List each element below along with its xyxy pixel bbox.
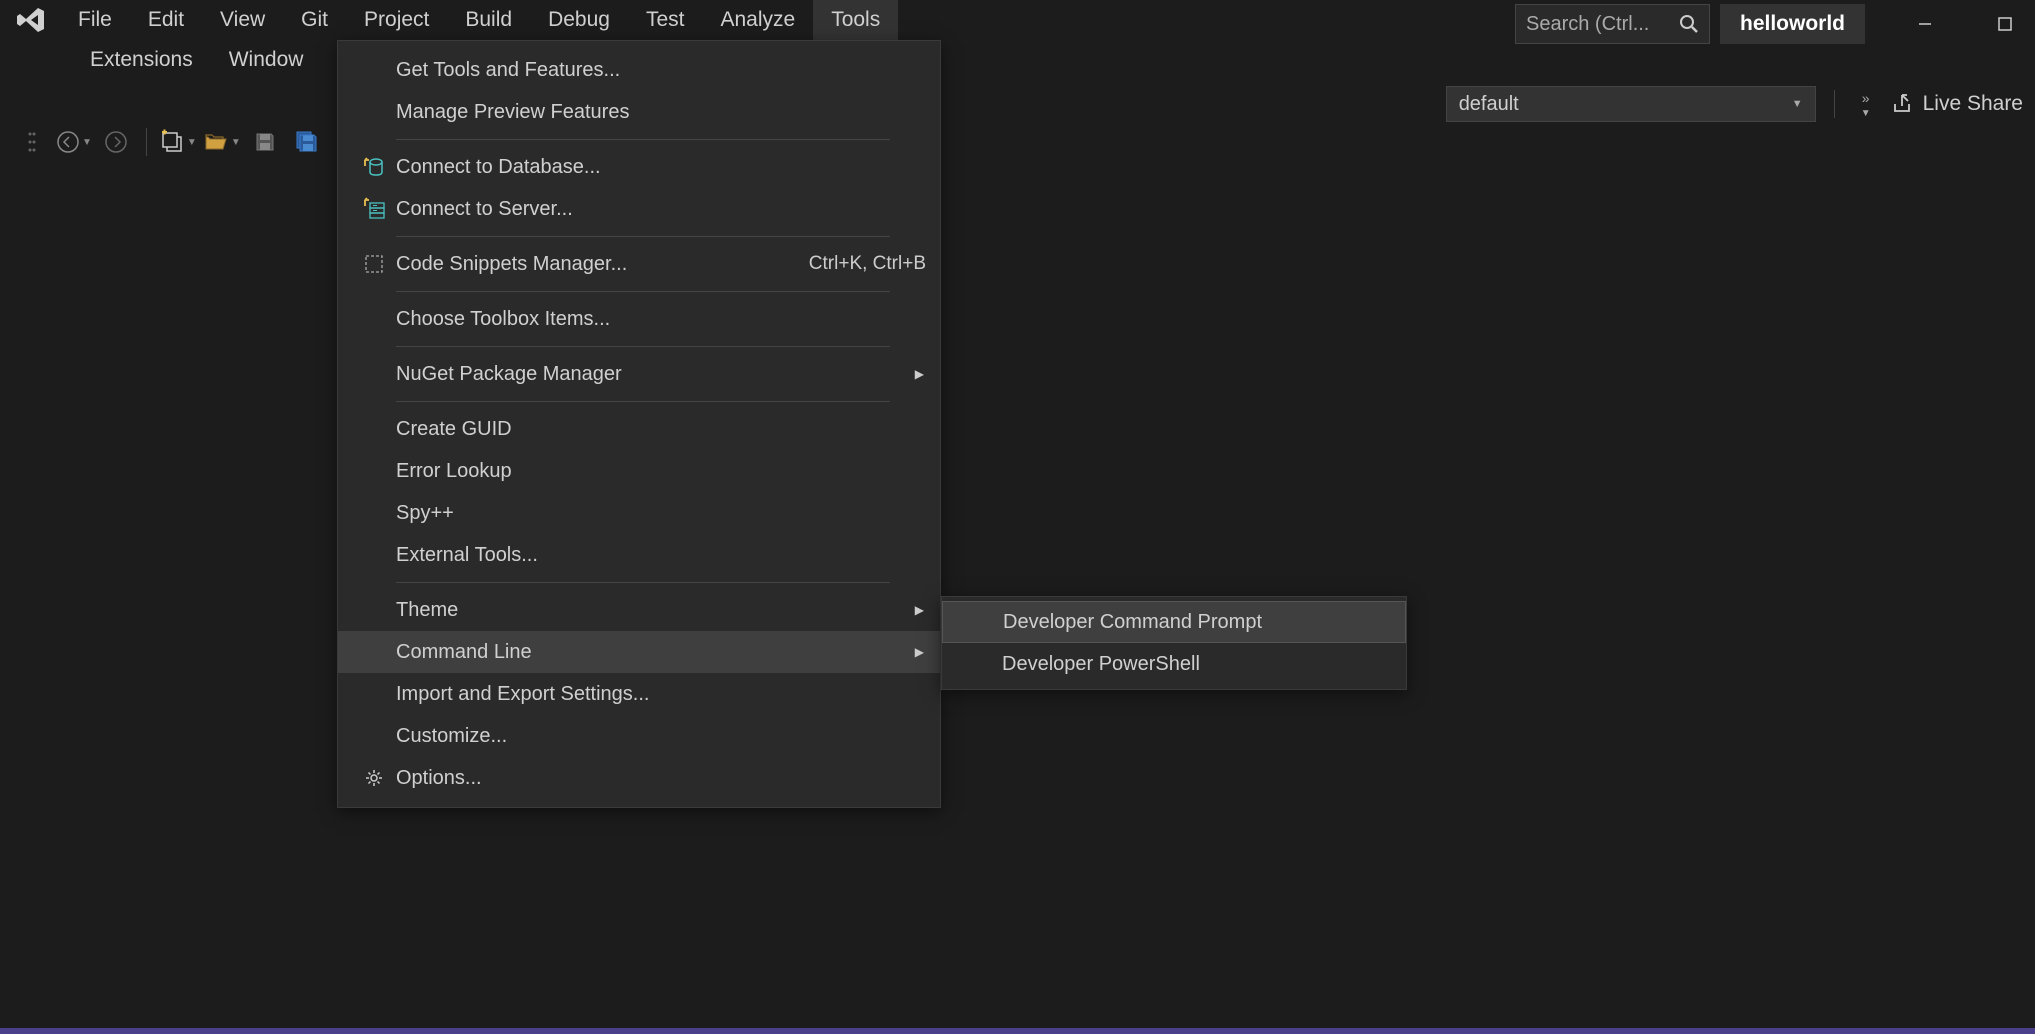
chevron-down-icon: ▼ — [231, 137, 241, 148]
menu-project[interactable]: Project — [346, 0, 447, 40]
chevron-right-icon: ▶ — [915, 645, 924, 659]
menu-spy[interactable]: Spy++ — [338, 492, 940, 534]
chevron-right-icon: ▶ — [915, 367, 924, 381]
nav-back-button[interactable]: ▼ — [56, 130, 92, 154]
toolbar: ▼ ▼ ▼ — [0, 118, 2035, 166]
menu-edit[interactable]: Edit — [130, 0, 202, 40]
menu-tools[interactable]: Tools — [813, 0, 898, 40]
chevron-down-icon: ▼ — [1792, 98, 1803, 110]
menu-get-tools[interactable]: Get Tools and Features... — [338, 49, 940, 91]
solution-name: helloworld — [1720, 4, 1865, 44]
live-share-button[interactable]: Live Share — [1891, 92, 2023, 116]
live-share-label: Live Share — [1923, 92, 2023, 116]
database-icon — [352, 155, 396, 179]
menu-import-export[interactable]: Import and Export Settings... — [338, 673, 940, 715]
save-button[interactable] — [251, 128, 279, 156]
vs-logo-icon — [0, 4, 60, 36]
menubar: File Edit View Git Project Build Debug T… — [60, 0, 898, 40]
menu-theme[interactable]: Theme ▶ — [338, 589, 940, 631]
menu-separator — [396, 346, 890, 347]
menu-extensions[interactable]: Extensions — [72, 40, 211, 80]
menu-nuget[interactable]: NuGet Package Manager ▶ — [338, 353, 940, 395]
chevron-right-icon: ▶ — [915, 603, 924, 617]
menu-analyze[interactable]: Analyze — [702, 0, 813, 40]
menu-customize[interactable]: Customize... — [338, 715, 940, 757]
toolbar-overflow-button[interactable]: »▼ — [1853, 90, 1879, 119]
menu-window[interactable]: Window — [211, 40, 322, 80]
status-bar — [0, 1028, 2035, 1034]
drag-handle-icon[interactable] — [18, 128, 46, 156]
menu-git[interactable]: Git — [283, 0, 346, 40]
menu-options[interactable]: Options... — [338, 757, 940, 799]
menu-external-tools[interactable]: External Tools... — [338, 534, 940, 576]
command-line-submenu: Developer Command Prompt Developer Power… — [941, 596, 1407, 690]
menu-file[interactable]: File — [60, 0, 130, 40]
menu-separator — [396, 139, 890, 140]
menu-separator — [396, 582, 890, 583]
configuration-dropdown[interactable]: default ▼ — [1446, 86, 1816, 122]
configuration-value: default — [1459, 93, 1519, 116]
new-project-button[interactable]: ▼ — [159, 129, 197, 155]
menu-shortcut: Ctrl+K, Ctrl+B — [809, 253, 926, 275]
search-placeholder: Search (Ctrl... — [1526, 13, 1649, 36]
menu-code-snippets[interactable]: Code Snippets Manager... Ctrl+K, Ctrl+B — [338, 243, 940, 285]
menu-view[interactable]: View — [202, 0, 283, 40]
menu-create-guid[interactable]: Create GUID — [338, 408, 940, 450]
gear-icon — [352, 767, 396, 789]
snippet-icon — [352, 253, 396, 275]
menu-separator — [396, 291, 890, 292]
menu-separator — [396, 401, 890, 402]
menu-test[interactable]: Test — [628, 0, 703, 40]
menu-separator — [396, 236, 890, 237]
tools-dropdown-menu: Get Tools and Features... Manage Preview… — [337, 40, 941, 808]
search-input[interactable]: Search (Ctrl... — [1515, 4, 1710, 44]
submenu-dev-powershell[interactable]: Developer PowerShell — [942, 643, 1406, 685]
menu-choose-toolbox[interactable]: Choose Toolbox Items... — [338, 298, 940, 340]
toolbar-separator — [146, 128, 147, 156]
menu-error-lookup[interactable]: Error Lookup — [338, 450, 940, 492]
minimize-button[interactable] — [1905, 4, 1945, 44]
menu-manage-preview[interactable]: Manage Preview Features — [338, 91, 940, 133]
toolbar-separator — [1834, 90, 1835, 118]
chevron-down-icon: ▼ — [187, 137, 197, 148]
menu-connect-server[interactable]: Connect to Server... — [338, 188, 940, 230]
menu-build[interactable]: Build — [447, 0, 530, 40]
open-file-button[interactable]: ▼ — [203, 129, 241, 155]
server-icon — [352, 197, 396, 221]
menu-command-line[interactable]: Command Line ▶ — [338, 631, 940, 673]
search-icon — [1679, 14, 1699, 34]
save-all-button[interactable] — [293, 128, 321, 156]
chevron-down-icon: ▼ — [82, 137, 92, 148]
menu-connect-database[interactable]: Connect to Database... — [338, 146, 940, 188]
nav-forward-button[interactable] — [102, 128, 130, 156]
menu-debug[interactable]: Debug — [530, 0, 628, 40]
maximize-button[interactable] — [1985, 4, 2025, 44]
submenu-dev-cmd-prompt[interactable]: Developer Command Prompt — [942, 601, 1406, 643]
share-icon — [1891, 92, 1915, 116]
